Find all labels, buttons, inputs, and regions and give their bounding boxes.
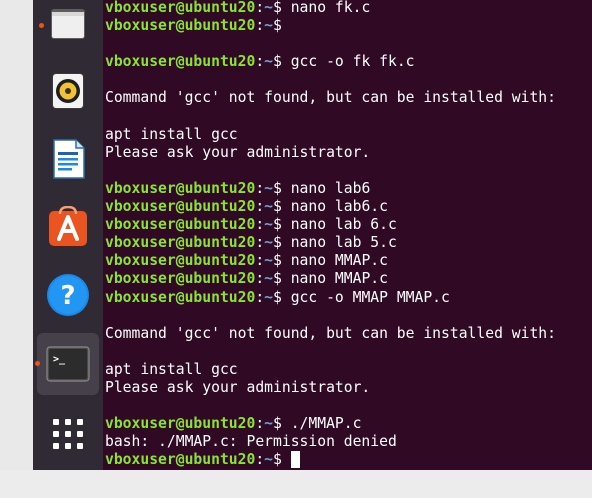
terminal-output-line: apt install gcc (105, 125, 238, 143)
prompt-user-host: vboxuser@ubuntu20 (105, 288, 256, 306)
prompt-path: ~ (264, 53, 274, 71)
terminal-prompt-line: vboxuser@ubuntu20:~$ nano lab6.c (105, 198, 388, 216)
terminal-cursor (290, 451, 300, 469)
terminal-prompt-line: vboxuser@ubuntu20:~$ nano lab 5.c (105, 234, 397, 252)
prompt-command: nano lab 5.c (281, 234, 397, 252)
prompt-path: ~ (264, 179, 274, 197)
prompt-command: nano lab 6.c (281, 216, 397, 234)
prompt-command: nano MMAP.c (281, 252, 388, 270)
prompt-path: ~ (264, 17, 274, 35)
terminal-output-line: apt install gcc (105, 360, 238, 378)
prompt-user-host: vboxuser@ubuntu20 (105, 270, 256, 288)
prompt-path: ~ (264, 0, 274, 16)
terminal-prompt-line: vboxuser@ubuntu20:~$ (105, 17, 282, 35)
prompt-user-host: vboxuser@ubuntu20 (105, 216, 256, 234)
prompt-user-host: vboxuser@ubuntu20 (105, 198, 256, 216)
svg-text:?: ? (60, 281, 75, 311)
prompt-symbol: $ (273, 270, 282, 288)
svg-text:>_: >_ (53, 354, 66, 365)
prompt-symbol: $ (273, 252, 282, 270)
prompt-path: ~ (264, 451, 274, 469)
terminal-output-line: Please ask your administrator. (105, 143, 371, 161)
document-icon (53, 139, 85, 179)
prompt-user-host: vboxuser@ubuntu20 (105, 234, 256, 252)
dock-item-rhythmbox[interactable] (37, 60, 99, 122)
prompt-symbol: $ (273, 451, 282, 469)
prompt-user-host: vboxuser@ubuntu20 (105, 415, 256, 433)
terminal-prompt-line: vboxuser@ubuntu20:~$ gcc -o MMAP MMAP.c (105, 288, 450, 306)
terminal-window[interactable]: vboxuser@ubuntu20:~$ nano fk.c vboxuser@u… (103, 0, 592, 470)
dock-item-software[interactable] (37, 196, 99, 258)
desktop-edge (0, 0, 33, 470)
dock-item-help[interactable]: ? (37, 264, 99, 326)
terminal-prompt-line: vboxuser@ubuntu20:~$ nano MMAP.c (105, 252, 388, 270)
terminal-icon: >_ (46, 346, 90, 382)
prompt-user-host: vboxuser@ubuntu20 (105, 179, 256, 197)
prompt-user-host: vboxuser@ubuntu20 (105, 53, 256, 71)
prompt-symbol: $ (273, 216, 282, 234)
prompt-user-host: vboxuser@ubuntu20 (105, 252, 256, 270)
prompt-user-host: vboxuser@ubuntu20 (105, 17, 256, 35)
prompt-command: gcc -o MMAP MMAP.c (281, 288, 450, 306)
dock: ? >_ (33, 0, 103, 470)
terminal-prompt-line: vboxuser@ubuntu20:~$ (105, 451, 556, 469)
question-icon: ? (47, 274, 89, 316)
prompt-command: nano fk.c (281, 0, 371, 16)
running-indicator (35, 361, 40, 366)
prompt-path: ~ (264, 216, 274, 234)
prompt-symbol: $ (273, 415, 282, 433)
terminal-prompt-line: vboxuser@ubuntu20:~$ gcc -o fk fk.c (105, 53, 415, 71)
terminal-output-line: Please ask your administrator. (105, 378, 371, 396)
prompt-command (282, 451, 291, 468)
prompt-command: gcc -o fk fk.c (281, 53, 415, 71)
terminal-prompt-line: vboxuser@ubuntu20:~$ nano fk.c (105, 0, 371, 16)
running-indicator (39, 23, 44, 28)
prompt-symbol: $ (273, 234, 282, 252)
terminal-output[interactable]: vboxuser@ubuntu20:~$ nano fk.c vboxuser@u… (105, 0, 556, 469)
prompt-path: ~ (264, 270, 274, 288)
dock-item-writer[interactable] (37, 128, 99, 190)
desktop-screen: ? >_ vboxuser@ubuntu20:~$ nano fk.c vbox… (0, 0, 592, 498)
prompt-user-host: vboxuser@ubuntu20 (105, 451, 256, 469)
show-applications-button[interactable] (37, 403, 99, 465)
prompt-path: ~ (264, 198, 274, 216)
dock-item-files[interactable] (37, 0, 99, 54)
prompt-path: ~ (264, 415, 274, 433)
prompt-path: ~ (264, 288, 274, 306)
terminal-prompt-line: vboxuser@ubuntu20:~$ nano lab6 (105, 179, 371, 197)
prompt-symbol: $ (273, 179, 282, 197)
terminal-output-line: Command 'gcc' not found, but can be inst… (105, 324, 556, 342)
desktop-bottom (0, 470, 592, 498)
prompt-command: nano lab6 (281, 179, 371, 197)
prompt-path: ~ (264, 252, 274, 270)
prompt-symbol: $ (273, 198, 282, 216)
prompt-symbol: $ (273, 17, 282, 35)
app-grid-icon (53, 419, 83, 449)
terminal-prompt-line: vboxuser@ubuntu20:~$ nano lab 6.c (105, 216, 397, 234)
speaker-icon (52, 73, 84, 109)
folder-icon (51, 9, 85, 39)
prompt-command: nano lab6.c (281, 198, 388, 216)
prompt-command: ./MMAP.c (281, 415, 362, 433)
prompt-user-host: vboxuser@ubuntu20 (105, 0, 256, 16)
prompt-symbol: $ (273, 53, 282, 71)
prompt-symbol: $ (273, 288, 282, 306)
terminal-prompt-line: vboxuser@ubuntu20:~$ ./MMAP.c (105, 415, 362, 433)
terminal-output-line: bash: ./MMAP.c: Permission denied (105, 433, 397, 451)
terminal-prompt-line: vboxuser@ubuntu20:~$ nano MMAP.c (105, 270, 388, 288)
prompt-command: nano MMAP.c (281, 270, 388, 288)
prompt-symbol: $ (273, 0, 282, 16)
shopping-bag-icon (49, 206, 87, 246)
dock-item-terminal[interactable]: >_ (35, 333, 99, 395)
prompt-path: ~ (264, 234, 274, 252)
terminal-output-line: Command 'gcc' not found, but can be inst… (105, 89, 556, 107)
